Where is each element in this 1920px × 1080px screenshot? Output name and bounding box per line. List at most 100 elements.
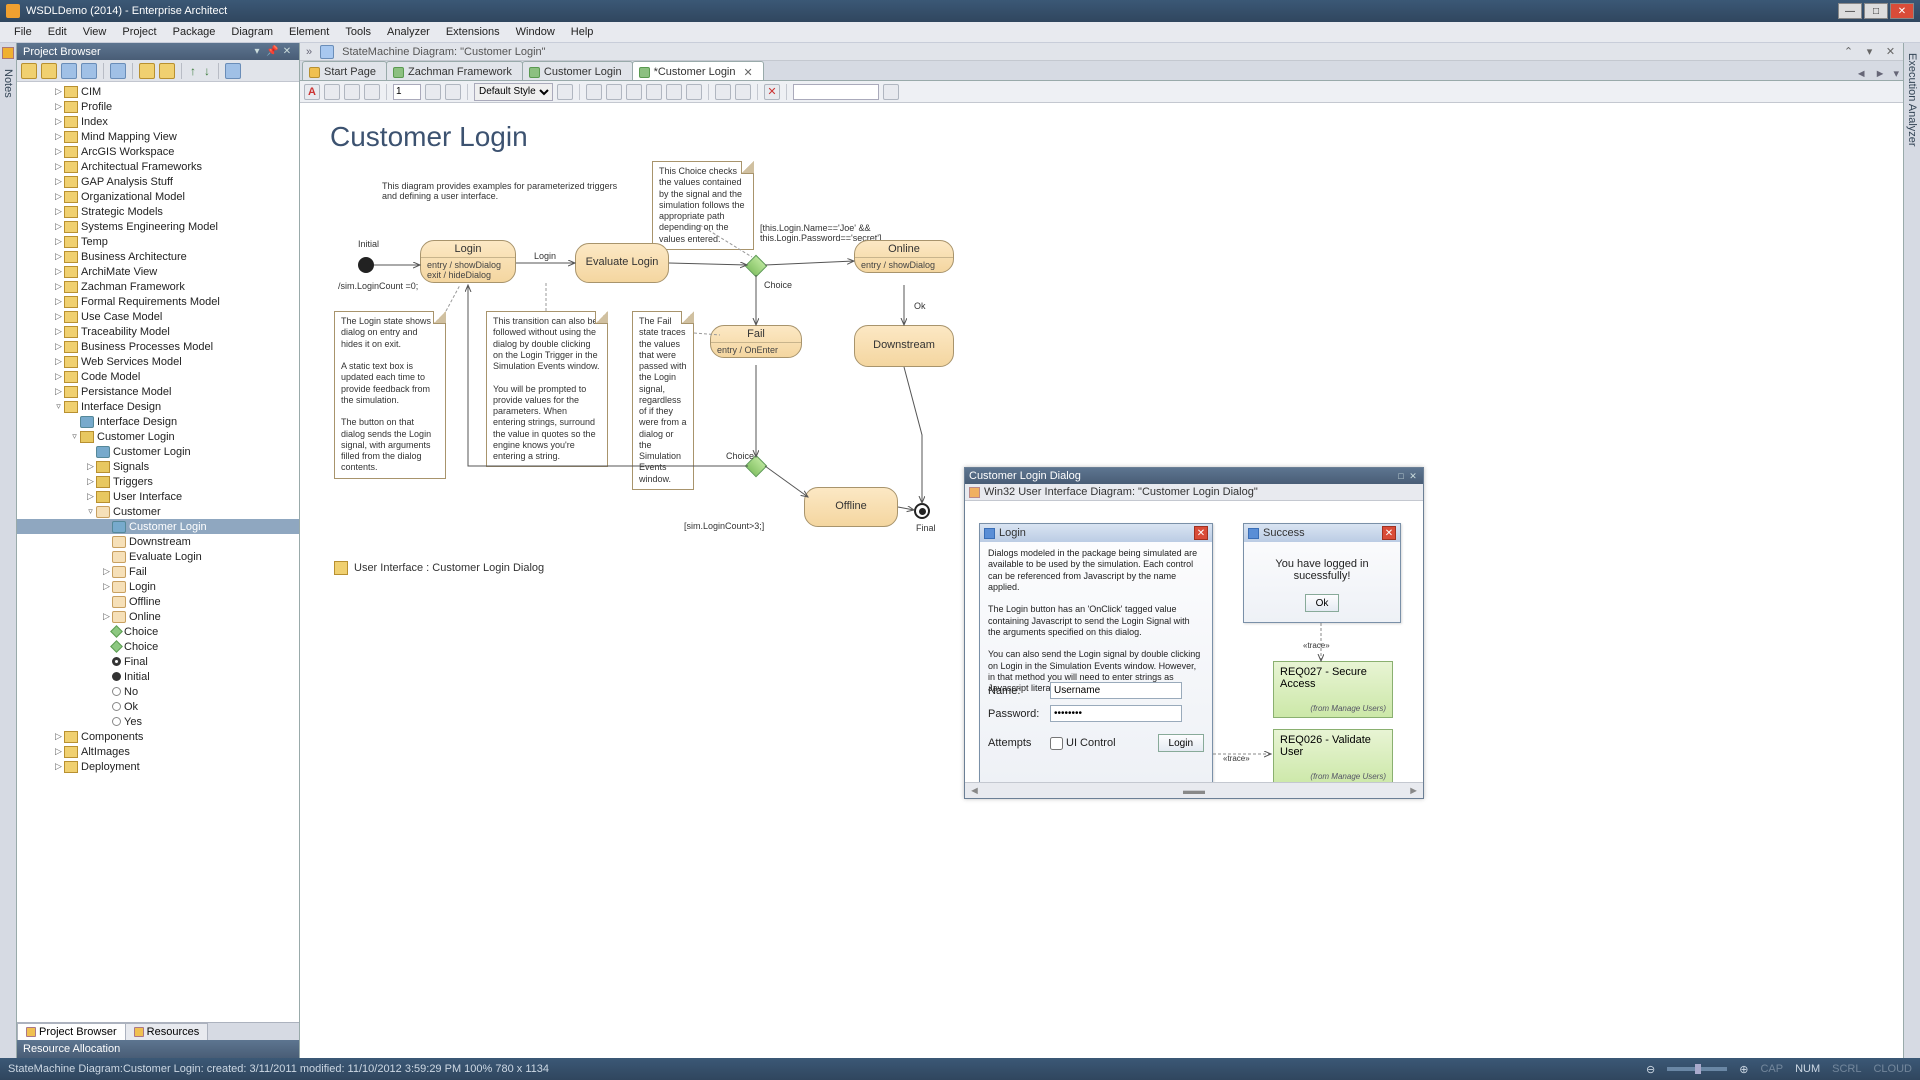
doc-tab[interactable]: Customer Login: [522, 61, 633, 80]
doc-tab[interactable]: *Customer Login✕: [632, 61, 764, 80]
tree-item[interactable]: Final: [17, 654, 299, 669]
note-fail[interactable]: The Fail state traces the values that we…: [632, 311, 694, 490]
help-icon[interactable]: [225, 63, 241, 79]
menu-edit[interactable]: Edit: [40, 24, 75, 40]
state-evaluate[interactable]: Evaluate Login: [575, 243, 669, 283]
menu-element[interactable]: Element: [281, 24, 337, 40]
down-arrow-icon[interactable]: ↓: [202, 64, 212, 78]
disclosure-icon[interactable]: ▷: [53, 86, 64, 97]
disclosure-icon[interactable]: ▷: [53, 161, 64, 172]
menu-window[interactable]: Window: [508, 24, 563, 40]
tree-item[interactable]: ▷CIM: [17, 84, 299, 99]
tree-item[interactable]: ▷Strategic Models: [17, 204, 299, 219]
disclosure-icon[interactable]: ▷: [53, 191, 64, 202]
doc-icon[interactable]: [110, 63, 126, 79]
disclosure-icon[interactable]: ▷: [53, 146, 64, 157]
zoom-in-icon[interactable]: ⊕: [1739, 1063, 1748, 1076]
tree-item[interactable]: ▷Profile: [17, 99, 299, 114]
success-window[interactable]: Success✕ You have logged in sucessfully!…: [1243, 523, 1401, 623]
tree-item[interactable]: ▷Components: [17, 729, 299, 744]
tree-item[interactable]: ▷User Interface: [17, 489, 299, 504]
resource-allocation-bar[interactable]: Resource Allocation: [17, 1040, 299, 1058]
maximize-button[interactable]: □: [1864, 3, 1888, 19]
disclosure-icon[interactable]: ▷: [53, 131, 64, 142]
disclosure-icon[interactable]: ▷: [53, 326, 64, 337]
tree-item[interactable]: Downstream: [17, 534, 299, 549]
final-state[interactable]: [914, 503, 930, 519]
tree-item[interactable]: ▷Business Architecture: [17, 249, 299, 264]
disclosure-icon[interactable]: ▷: [53, 341, 64, 352]
password-field[interactable]: [1050, 705, 1182, 722]
disclosure-icon[interactable]: ▷: [101, 611, 112, 622]
same-size-icon[interactable]: [666, 84, 682, 100]
dlg-close-icon[interactable]: ✕: [1407, 471, 1419, 482]
doc-tab[interactable]: Zachman Framework: [386, 61, 523, 80]
style-select[interactable]: Default Style: [474, 83, 553, 101]
align-center-icon[interactable]: [606, 84, 622, 100]
disclosure-icon[interactable]: ▷: [53, 371, 64, 382]
disclosure-icon[interactable]: ▷: [53, 296, 64, 307]
menu-help[interactable]: Help: [563, 24, 602, 40]
tab-resources[interactable]: Resources: [125, 1023, 209, 1040]
up-arrow-icon[interactable]: ↑: [188, 64, 198, 78]
disclosure-icon[interactable]: ▷: [85, 476, 96, 487]
username-field[interactable]: [1050, 682, 1182, 699]
new-element-icon[interactable]: [81, 63, 97, 79]
fill-color-icon[interactable]: [324, 84, 340, 100]
disclosure-icon[interactable]: ▷: [53, 731, 64, 742]
tree-item[interactable]: Customer Login: [17, 444, 299, 459]
disclosure-icon[interactable]: ▷: [101, 581, 112, 592]
space-h-icon[interactable]: [686, 84, 702, 100]
tree-item[interactable]: Interface Design: [17, 414, 299, 429]
tree-item[interactable]: ▿Customer: [17, 504, 299, 519]
disclosure-icon[interactable]: ▷: [85, 491, 96, 502]
menu-tools[interactable]: Tools: [337, 24, 379, 40]
new-diagram-icon[interactable]: [61, 63, 77, 79]
tree-item[interactable]: ▷Index: [17, 114, 299, 129]
execution-analyzer-rail[interactable]: Execution Analyzer: [1903, 43, 1920, 1058]
minimize-button[interactable]: —: [1838, 3, 1862, 19]
dropdown-icon[interactable]: ▾: [1863, 45, 1876, 58]
disclosure-icon[interactable]: ▷: [53, 266, 64, 277]
disclosure-icon[interactable]: ▷: [53, 251, 64, 262]
tree-item[interactable]: ▷AltImages: [17, 744, 299, 759]
tree-item[interactable]: Yes: [17, 714, 299, 729]
disclosure-icon[interactable]: ▷: [53, 386, 64, 397]
tree-item[interactable]: ▷Formal Requirements Model: [17, 294, 299, 309]
open-package-icon[interactable]: [41, 63, 57, 79]
font-color-icon[interactable]: A: [304, 84, 320, 100]
note-login[interactable]: The Login state shows a dialog on entry …: [334, 311, 446, 479]
menu-diagram[interactable]: Diagram: [223, 24, 281, 40]
disclosure-icon[interactable]: ▷: [53, 101, 64, 112]
tree-item[interactable]: ▷GAP Analysis Stuff: [17, 174, 299, 189]
notes-rail[interactable]: Notes: [0, 43, 17, 1058]
ui-control-checkbox[interactable]: UI Control: [1050, 737, 1116, 750]
tree-item[interactable]: ▿Customer Login: [17, 429, 299, 444]
diagram-canvas[interactable]: Customer Login This diagram provides exa…: [300, 103, 1903, 1058]
disclosure-icon[interactable]: ▷: [53, 221, 64, 232]
tree-item[interactable]: Offline: [17, 594, 299, 609]
disclosure-icon[interactable]: ▷: [53, 761, 64, 772]
pb-pin-icon[interactable]: 📌: [266, 46, 278, 58]
layout-icon[interactable]: [735, 84, 751, 100]
tree-item[interactable]: ▷Persistance Model: [17, 384, 299, 399]
tree-item[interactable]: Customer Login: [17, 519, 299, 534]
login-window[interactable]: Login✕ Dialogs modeled in the package be…: [979, 523, 1213, 782]
docpath-close-icon[interactable]: ✕: [1884, 45, 1897, 58]
req-secure-access[interactable]: REQ027 - Secure Access(from Manage Users…: [1273, 661, 1393, 718]
disclosure-icon[interactable]: ▷: [53, 176, 64, 187]
state-fail[interactable]: Fail entry / OnEnter: [710, 325, 802, 358]
choice-1[interactable]: [745, 255, 768, 278]
line-color-icon[interactable]: [344, 84, 360, 100]
tree-item[interactable]: ▷Code Model: [17, 369, 299, 384]
tree-item[interactable]: Choice: [17, 624, 299, 639]
state-downstream[interactable]: Downstream: [854, 325, 954, 367]
disclosure-icon[interactable]: ▷: [53, 281, 64, 292]
success-close-icon[interactable]: ✕: [1382, 526, 1396, 540]
zoom-icon[interactable]: [715, 84, 731, 100]
menu-analyzer[interactable]: Analyzer: [379, 24, 438, 40]
tree-item[interactable]: ▷Fail: [17, 564, 299, 579]
tree-item[interactable]: ▷Temp: [17, 234, 299, 249]
disclosure-icon[interactable]: ▷: [53, 116, 64, 127]
tree-item[interactable]: ▷Zachman Framework: [17, 279, 299, 294]
